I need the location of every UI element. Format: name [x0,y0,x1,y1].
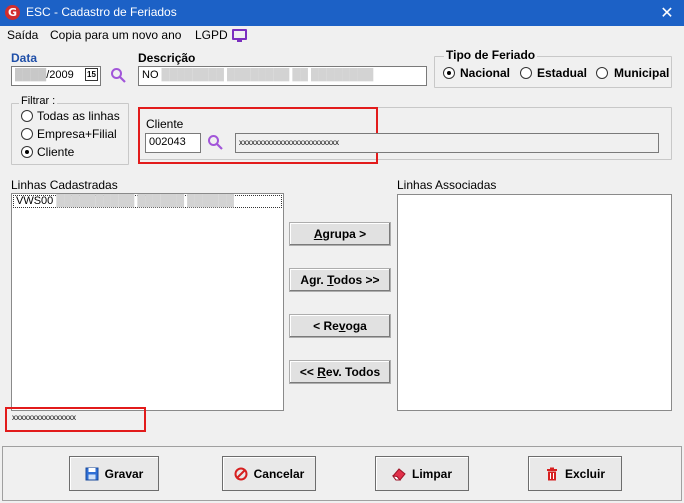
radio-todas-linhas[interactable] [21,110,33,122]
radio-municipal-label: Municipal [614,66,670,80]
gravar-label: Gravar [104,466,144,481]
eraser-icon [391,467,406,480]
cancelar-label: Cancelar [253,466,305,481]
menu-item-saida[interactable]: Saída [7,28,38,42]
linhas-associadas-list[interactable] [397,194,672,411]
excluir-button[interactable]: Excluir [528,456,622,491]
cancelar-button[interactable]: Cancelar [222,456,316,491]
excluir-label: Excluir [564,466,606,481]
revoga-todos-button[interactable]: << Rev. Todos [289,360,391,384]
limpar-button[interactable]: Limpar [375,456,469,491]
menu-bar: Saída Copia para um novo ano LGPD [0,26,684,46]
window-title: ESC - Cadastro de Feriados [26,5,177,19]
cancel-icon [234,467,248,480]
search-cliente-icon[interactable] [207,134,223,150]
revoga-button[interactable]: < Revoga [289,314,391,338]
linhas-cadastradas-label: Linhas Cadastradas [11,178,118,192]
radio-empresa-filial-label: Empresa+Filial [37,127,117,141]
cliente-name-field: xxxxxxxxxxxxxxxxxxxxxxxxx [235,133,659,153]
gravar-button[interactable]: Gravar [69,456,159,491]
tipo-feriado-label: Tipo de Feriado [444,48,538,62]
status-text: xxxxxxxxxxxxxxxx [12,413,76,422]
search-data-icon[interactable] [110,67,126,83]
radio-estadual-label: Estadual [537,66,588,80]
radio-estadual[interactable] [520,67,532,79]
save-icon [85,467,99,480]
agrupa-todos-button[interactable]: Agr. Todos >> [289,268,391,292]
close-icon[interactable]: ✕ [656,2,678,24]
data-label: Data [11,51,38,65]
cliente-label: Cliente [146,117,184,131]
calendar-icon[interactable]: 15 [85,68,98,81]
radio-todas-linhas-label: Todas as linhas [37,109,120,123]
radio-municipal[interactable] [596,67,608,79]
descricao-input[interactable]: NO ████████ ████████ ██ ████████ [138,66,427,86]
monitor-icon[interactable] [232,29,247,42]
radio-empresa-filial[interactable] [21,128,33,140]
agrupa-button[interactable]: Agrupa > [289,222,391,246]
title-bar: G ESC - Cadastro de Feriados ✕ [0,0,684,26]
filtrar-label: Filtrar : [19,95,58,107]
cliente-code-input[interactable]: 002043 [145,133,201,153]
data-value: /2009 [46,69,74,81]
radio-nacional[interactable] [443,67,455,79]
radio-cliente-label: Cliente [37,145,75,159]
menu-item-lgpd[interactable]: LGPD [195,28,228,42]
trash-icon [546,467,557,480]
descricao-label: Descrição [138,51,196,65]
app-logo-icon: G [5,5,20,20]
descricao-value: NO [142,69,159,81]
radio-nacional-label: Nacional [460,66,511,80]
radio-cliente[interactable] [21,146,33,158]
list-item[interactable]: VWS00 ██████████ ██████ ██████ [13,195,282,208]
linhas-associadas-label: Linhas Associadas [397,178,497,192]
menu-item-copia[interactable]: Copia para um novo ano [50,28,181,42]
linhas-cadastradas-list[interactable]: VWS00 ██████████ ██████ ██████ [11,193,284,411]
limpar-label: Limpar [411,466,452,481]
